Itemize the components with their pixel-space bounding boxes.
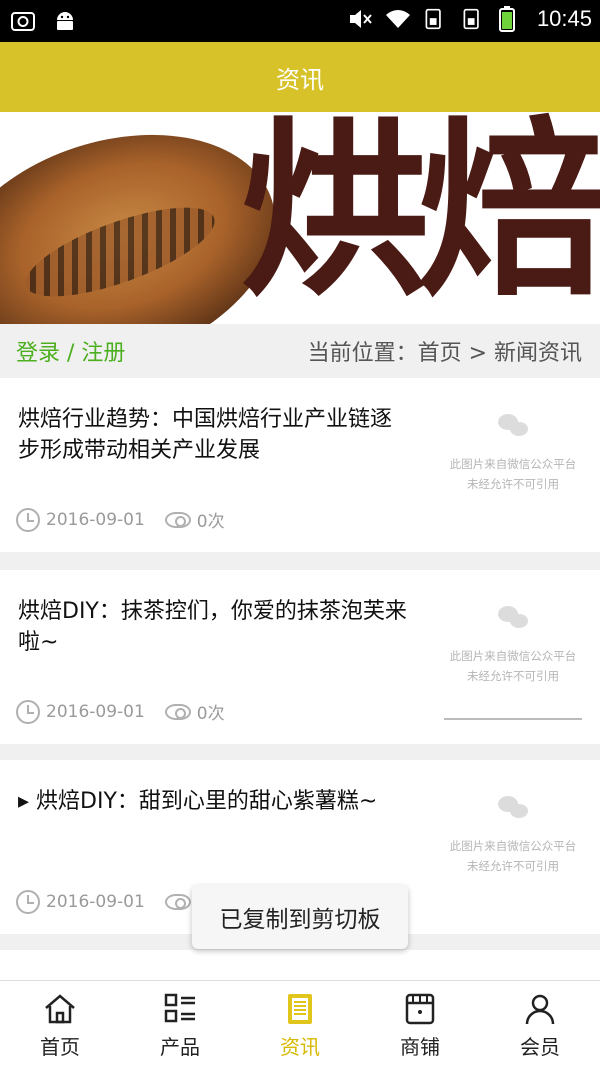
- news-meta: 2016-09-01 0次: [16, 699, 225, 724]
- news-thumbnail: 此图片来自微信公众平台 未经允许不可引用: [440, 600, 586, 720]
- news-date: 2016-09-01: [46, 701, 145, 722]
- news-item[interactable]: 烘焙行业趋势：中国烘焙行业产业链逐步形成带动相关产业发展 2016-09-01 …: [0, 378, 600, 552]
- wifi-icon: [385, 6, 411, 32]
- news-date: 2016-09-01: [46, 509, 145, 530]
- news-meta: 2016-09-01 0次: [16, 507, 225, 532]
- tab-label: 资讯: [280, 1035, 320, 1059]
- page-title: 资讯: [276, 65, 324, 94]
- news-title: 烘焙行业趋势：中国烘焙行业产业链逐步形成带动相关产业发展: [18, 407, 393, 463]
- login-register-link[interactable]: 登录 / 注册: [16, 335, 125, 367]
- news-icon: [288, 994, 312, 1024]
- thumb-notice-line1: 此图片来自微信公众平台: [449, 839, 577, 853]
- tab-news[interactable]: 资讯: [240, 981, 360, 1067]
- tab-label: 商铺: [400, 1035, 440, 1059]
- clock-icon: [16, 699, 40, 724]
- user-icon: [525, 994, 555, 1025]
- tab-label: 会员: [520, 1035, 560, 1059]
- thumb-notice-line1: 此图片来自微信公众平台: [449, 649, 577, 663]
- tab-member[interactable]: 会员: [480, 981, 600, 1067]
- wechat-icon: [498, 606, 528, 630]
- sim1-icon: [423, 6, 449, 32]
- app-header: 资讯: [0, 42, 600, 112]
- tab-label: 产品: [160, 1035, 200, 1059]
- news-title: 烘焙DIY：抹茶控们，你爱的抹茶泡芙来啦~: [18, 599, 407, 655]
- location-bar: 登录 / 注册 当前位置：首页 > 新闻资讯: [0, 324, 600, 378]
- news-item[interactable]: [0, 950, 600, 980]
- status-bar: 10:45: [0, 0, 600, 42]
- news-item[interactable]: 烘焙DIY：抹茶控们，你爱的抹茶泡芙来啦~ 2016-09-01 0次 此图片来…: [0, 570, 600, 744]
- clock-icon: [16, 507, 40, 532]
- banner-word: 烘焙: [240, 112, 600, 322]
- news-views: 0次: [196, 512, 225, 532]
- thumb-notice-line2: 未经允许不可引用: [467, 669, 559, 683]
- eye-icon: [164, 894, 191, 910]
- tab-products[interactable]: 产品: [120, 981, 240, 1067]
- thumb-divider: [444, 718, 582, 720]
- news-thumbnail: 此图片来自微信公众平台 未经允许不可引用: [440, 790, 586, 900]
- wechat-icon: [498, 414, 528, 438]
- bottom-tab-bar: 首页 产品 资讯 商铺 会员: [0, 980, 600, 1067]
- copied-toast: 已复制到剪切板: [192, 885, 408, 949]
- store-icon: [405, 993, 435, 1025]
- mute-icon: [347, 6, 373, 32]
- banner-image[interactable]: 烘焙: [0, 112, 600, 324]
- screenshot-icon: [10, 8, 36, 34]
- news-thumbnail: 此图片来自微信公众平台 未经允许不可引用: [440, 408, 586, 518]
- list-icon: [164, 993, 195, 1023]
- battery-icon: [498, 6, 525, 32]
- news-views: 0次: [196, 704, 225, 724]
- news-meta: 2016-09-01: [16, 890, 197, 914]
- android-icon: [52, 8, 78, 34]
- tab-home[interactable]: 首页: [0, 981, 120, 1067]
- tab-stores[interactable]: 商铺: [360, 981, 480, 1067]
- sim2-icon: [461, 6, 487, 32]
- wechat-icon: [498, 796, 528, 820]
- eye-icon: [164, 703, 191, 720]
- clock-icon: [16, 890, 40, 914]
- thumb-notice-line2: 未经允许不可引用: [467, 859, 559, 873]
- home-icon: [45, 994, 75, 1024]
- eye-icon: [164, 511, 191, 528]
- breadcrumb: 当前位置：首页 > 新闻资讯: [307, 341, 582, 366]
- news-title: ▸ 烘焙DIY：甜到心里的甜心紫薯糕~: [18, 789, 378, 814]
- thumb-notice-line1: 此图片来自微信公众平台: [449, 457, 577, 471]
- thumb-notice-line2: 未经允许不可引用: [467, 477, 559, 491]
- tab-label: 首页: [40, 1035, 80, 1059]
- clock-time: 10:45: [536, 6, 592, 31]
- news-date: 2016-09-01: [46, 892, 145, 912]
